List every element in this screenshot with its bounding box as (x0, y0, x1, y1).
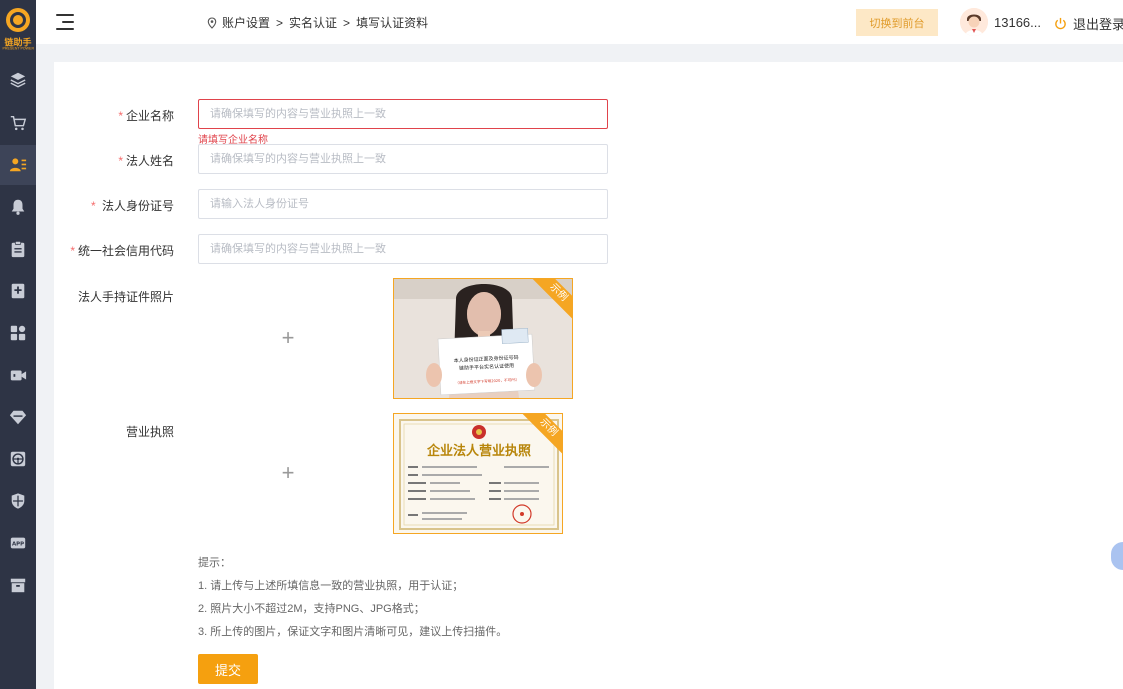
logo[interactable]: 链助手 PRESENT POWER (0, 0, 36, 56)
legal-id-label: * 法人身份证号 (90, 199, 174, 213)
switch-frontend-button[interactable]: 切换到前台 (856, 9, 938, 36)
license-label: 营业执照 (125, 425, 174, 439)
breadcrumb-item-current: 填写认证资料 (356, 16, 429, 30)
company-name-label: * 企业名称 (118, 109, 174, 123)
tips-block: 提示： 1. 请上传与上述所填信息一致的营业执照，用于认证； 2. 照片大小不超… (198, 552, 507, 644)
sidebar: 链助手 PRESENT POWER APP (0, 0, 36, 689)
plus-icon: + (281, 325, 295, 350)
top-header: 账户设置 > 实名认证 > 填写认证资料 切换到前台 13166... 退出登录 (36, 0, 1123, 44)
credit-code-input[interactable] (198, 234, 608, 264)
menu-toggle-icon[interactable] (56, 14, 74, 30)
app-icon[interactable]: APP (0, 523, 36, 563)
layers-icon[interactable] (0, 60, 36, 100)
logo-icon (6, 8, 30, 32)
video-icon[interactable] (0, 355, 36, 395)
shield-icon[interactable] (0, 481, 36, 521)
svg-text:企业法人营业执照: 企业法人营业执照 (426, 443, 531, 459)
breadcrumb-item-account[interactable]: 账户设置 (222, 14, 270, 31)
plus-icon: + (281, 460, 295, 485)
grid-icon[interactable] (0, 313, 36, 353)
tips-title: 提示： (198, 557, 231, 569)
legal-name-label: * 法人姓名 (118, 154, 174, 168)
steering-wheel-icon[interactable] (0, 439, 36, 479)
avatar[interactable] (960, 8, 988, 36)
floating-help-button[interactable] (1111, 542, 1123, 570)
legal-id-input[interactable] (198, 189, 608, 219)
breadcrumb-separator: > (276, 15, 284, 30)
submit-button[interactable]: 提交 (198, 654, 258, 684)
tip-item: 3. 所上传的图片，保证文字和图片清晰可见，建议上传扫描件。 (198, 626, 508, 638)
id-photo-example-image: 本人身份证正面及身份证号码 链助手平台实名认证使用 （请在上框文字下写明2020… (394, 279, 572, 398)
svg-text:APP: APP (12, 542, 24, 548)
logo-subtext: PRESENT POWER (2, 47, 34, 51)
credit-code-label: * 统一社会信用代码 (70, 244, 174, 258)
breadcrumb-separator: > (343, 15, 351, 30)
id-photo-example: 本人身份证正面及身份证号码 链助手平台实名认证使用 （请在上框文字下写明2020… (393, 278, 573, 399)
username[interactable]: 13166... (994, 15, 1041, 30)
logout-button[interactable]: 退出登录 (1054, 14, 1123, 33)
power-icon (1055, 17, 1066, 30)
legal-name-input[interactable] (198, 144, 608, 174)
company-name-input[interactable] (198, 99, 608, 129)
tip-item: 1. 请上传与上述所填信息一致的营业执照，用于认证； (198, 580, 464, 592)
logout-label: 退出登录 (1073, 17, 1123, 32)
location-icon (207, 16, 217, 29)
license-uploader[interactable]: + (198, 413, 378, 533)
id-photo-label: 法人手持证件照片 (77, 290, 174, 304)
id-photo-uploader[interactable]: + (198, 278, 378, 398)
breadcrumb-item-verification[interactable]: 实名认证 (289, 14, 337, 31)
box-icon[interactable] (0, 565, 36, 605)
main-card: *企业名称 请填写企业名称 *法人姓名 * 法人身份证号 *统一社会信用代码 法… (54, 62, 1123, 689)
license-example: 企业法人营业执照 示例 (393, 413, 563, 534)
license-example-image: 企业法人营业执照 (394, 414, 562, 533)
id-photo-note: 本人身份证正面及身份证号码 链助手平台实名认证使用 （请在上框文字下写明2020… (437, 328, 536, 396)
breadcrumb: 账户设置 > 实名认证 > 填写认证资料 (206, 14, 428, 31)
tip-item: 2. 照片大小不超过2M，支持PNG、JPG格式； (198, 603, 425, 615)
